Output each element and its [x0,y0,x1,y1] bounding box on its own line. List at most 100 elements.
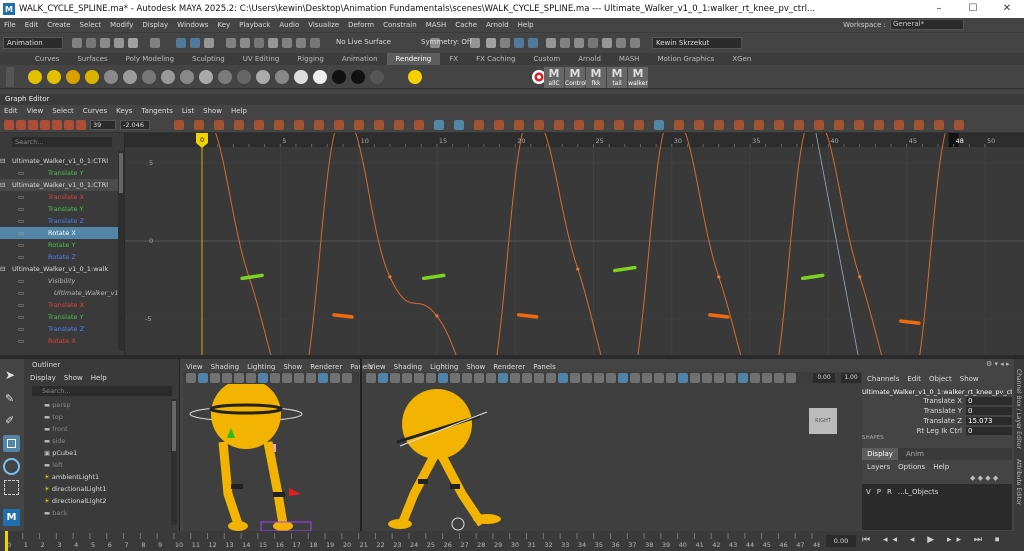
channel-attr-value[interactable]: 0 [966,397,1012,405]
layer-menu-options[interactable]: Options [898,463,925,471]
channel-menu-object[interactable]: Object [929,375,952,383]
viewport-tool-icon[interactable] [462,373,472,383]
graph-tool-icon[interactable] [454,120,464,130]
graph-tool-icon[interactable] [254,120,264,130]
shelf-tab-poly-modeling[interactable]: Poly Modeling [117,53,183,65]
viewport-tool-icon[interactable] [378,373,388,383]
shelf-tool-icon[interactable] [28,70,42,84]
graph-outliner-row[interactable]: ▭ Translate Y [0,311,118,323]
tangent-handle[interactable] [800,273,825,281]
curve-key[interactable] [576,267,580,271]
outliner-item[interactable]: ☀ directionalLight2 [44,495,164,507]
graph-outliner-row[interactable]: ▭ Rotate Z [0,251,118,263]
viewport-tool-icon[interactable] [450,373,460,383]
status-tool-icon[interactable] [128,38,138,48]
graph-tool-icon[interactable] [274,120,284,130]
paint-tool-icon[interactable]: ✐ [5,414,18,428]
viewport-tool-icon[interactable] [270,373,280,383]
layer-reference[interactable]: R [887,488,892,496]
shelf-tool-icon[interactable] [256,70,270,84]
graph-outliner-row[interactable]: ▭ Rotate X [0,335,118,347]
status-tool-icon[interactable] [282,38,292,48]
channel-attr-value[interactable]: 0 [966,407,1012,415]
graph-tool-icon[interactable] [814,120,824,130]
viewport-menu-shading[interactable]: Shading [394,363,422,371]
menu-visualize[interactable]: Visualize [308,21,339,29]
graph-menu-select[interactable]: Select [52,107,74,115]
shelf-tool-icon[interactable] [237,70,251,84]
shelf-tab-fx[interactable]: FX [440,53,467,65]
channel-icons[interactable]: ⚙ ▾ ◂ ▸ [986,360,1010,368]
graph-tool-icon[interactable] [654,120,664,130]
viewport-front[interactable] [183,384,360,531]
status-tool-icon[interactable] [560,38,570,48]
tangent-handle[interactable] [422,273,446,281]
status-tool-icon[interactable] [296,38,306,48]
viewport-tool-icon[interactable] [534,373,544,383]
graph-tool-icon[interactable] [934,120,944,130]
outliner-item[interactable]: ▬ back [44,507,164,519]
shelf-tab-rendering[interactable]: Rendering [386,53,441,65]
channel-attr-row[interactable]: Translate Z 15.073 [862,417,1012,427]
viewport-tool-icon[interactable] [510,373,520,383]
viewport-tool-icon[interactable] [198,373,208,383]
shelf-tab-xgen[interactable]: XGen [723,53,760,65]
viewport-tool-icon[interactable] [630,373,640,383]
viewport-menu-show[interactable]: Show [283,363,302,371]
viewport-field[interactable]: 0.00 [813,373,835,383]
shelf-button-walker[interactable]: Mwalker [628,67,648,88]
status-tool-icon[interactable] [204,38,214,48]
graph-tool-icon[interactable] [554,120,564,130]
graph-tool-icon[interactable] [16,120,26,130]
channel-attr-row[interactable]: Translate X 0 [862,397,1012,407]
graph-tool-icon[interactable] [674,120,684,130]
graph-tool-icon[interactable] [614,120,624,130]
menu-create[interactable]: Create [47,21,70,29]
graph-tool-icon[interactable] [40,120,50,130]
shelf-tool-icon[interactable] [218,70,232,84]
graph-tool-icon[interactable] [534,120,544,130]
outliner-item[interactable]: ▣ pCube1 [44,447,164,459]
expand-icon[interactable]: ⊟ [0,265,5,273]
tangent-handle[interactable] [240,273,264,281]
menu-cache[interactable]: Cache [455,21,477,29]
status-tool-icon[interactable] [546,38,556,48]
outliner-menu-help[interactable]: Help [91,374,107,382]
move-tool-icon[interactable] [3,435,20,452]
graph-tool-icon[interactable] [854,120,864,130]
graph-search-input[interactable]: Search... [12,137,112,147]
side-tab-channel-box[interactable]: Channel Box / Layer Editor [1015,369,1022,449]
tab-anim[interactable]: Anim [906,448,924,460]
shelf-tool-icon[interactable] [351,70,365,84]
shelf-tool-icon[interactable] [332,70,346,84]
channel-attr-row[interactable]: Rt Leg Ik Ctrl 0 [862,427,1012,437]
graph-menu-curves[interactable]: Curves [83,107,107,115]
graph-tool-icon[interactable] [874,120,884,130]
graph-tool-icon[interactable] [574,120,584,130]
status-tool-icon[interactable] [190,38,200,48]
graph-tool-icon[interactable] [734,120,744,130]
menu-help[interactable]: Help [518,21,534,29]
graph-tool-icon[interactable] [354,120,364,130]
time-ruler[interactable] [125,133,1024,147]
graph-tool-icon[interactable] [314,120,324,130]
graph-tool-icon[interactable] [794,120,804,130]
menu-key[interactable]: Key [217,21,230,29]
graph-tool-icon[interactable] [334,120,344,130]
shelf-tool-icon[interactable] [294,70,308,84]
shelf-tool-icon[interactable] [85,70,99,84]
shelf-tool-icon[interactable] [161,70,175,84]
shelf-button-tail[interactable]: Mtail [607,67,627,88]
shelf-tool-icon[interactable] [408,70,422,84]
timeline-playhead[interactable] [5,531,8,551]
outliner-menu-display[interactable]: Display [30,374,56,382]
status-tool-icon[interactable] [616,38,626,48]
outliner-item[interactable]: ☀ directionalLight1 [44,483,164,495]
viewport-tool-icon[interactable] [210,373,220,383]
outliner-item[interactable]: ▬ front [44,423,164,435]
shelf-tab-mash[interactable]: MASH [610,53,649,65]
tangent-handle[interactable] [332,313,354,319]
viewport-tool-icon[interactable] [750,373,760,383]
graph-tool-icon[interactable] [914,120,924,130]
shelf-tool-icon[interactable] [47,70,61,84]
